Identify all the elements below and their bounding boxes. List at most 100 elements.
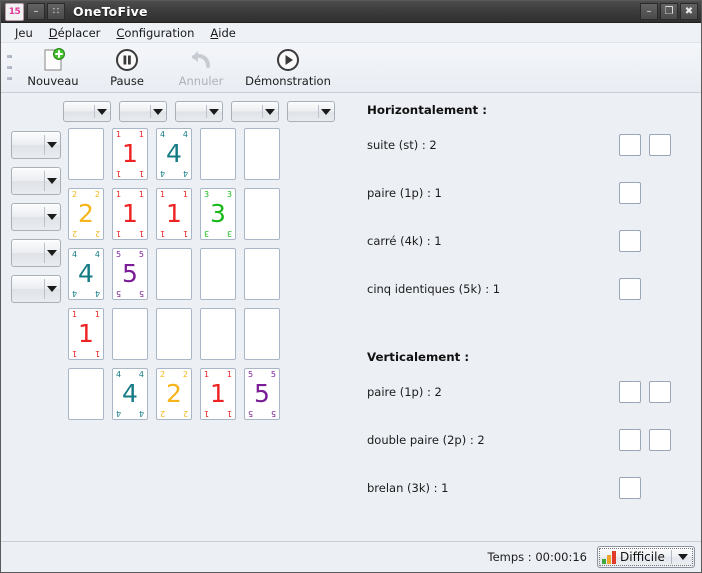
card-value: 4	[78, 259, 94, 288]
rule-indicator-group	[619, 230, 687, 252]
card-slot[interactable]: 11111	[112, 188, 148, 240]
card-pip: 1	[226, 409, 232, 418]
close-button[interactable]: ✖	[680, 3, 698, 20]
row-selector-1[interactable]	[11, 131, 61, 159]
difficulty-select[interactable]: Difficile	[597, 546, 695, 568]
toolbar-button-annuler[interactable]: Annuler	[164, 43, 238, 88]
vertical-rules-list: paire (1p) : 2 double paire (2p) : 2 brela…	[367, 368, 687, 512]
difficulty-value: Difficile	[620, 550, 665, 564]
new-document-icon	[40, 47, 66, 73]
row-selector-3[interactable]	[11, 203, 61, 231]
card-value: 4	[166, 139, 182, 168]
card-pip: 1	[204, 370, 210, 379]
toolbar-button-pause[interactable]: Pause	[90, 43, 164, 88]
card-column-2: 11111111115555544444	[112, 128, 148, 420]
menu-item-jeu[interactable]: Jeu	[7, 24, 41, 42]
card-slot[interactable]: 11111	[200, 368, 236, 420]
tool-bar: Nouveau Pause Annuler Démonstration	[1, 43, 701, 93]
card-slot[interactable]: 11111	[156, 188, 192, 240]
card-pip: 1	[138, 169, 144, 178]
rule-label: suite (st) : 2	[367, 138, 437, 152]
card-pip: 4	[138, 409, 144, 418]
card-pip: 4	[160, 169, 166, 178]
card-slot[interactable]: 44444	[68, 248, 104, 300]
rule-indicator-box	[619, 182, 641, 204]
toolbar-button-nouveau[interactable]: Nouveau	[16, 43, 90, 88]
card-value: 1	[166, 199, 182, 228]
card-pip: 1	[94, 349, 100, 358]
rule-row: brelan (3k) : 1	[367, 464, 687, 512]
card-pip: 5	[270, 370, 276, 379]
chevron-down-icon	[265, 108, 275, 115]
card-pip: 4	[116, 370, 122, 379]
menu-label-rest: eu	[18, 25, 33, 40]
card-slot[interactable]: 22222	[156, 368, 192, 420]
game-board: 2222244444111111111111111555554444444444…	[11, 101, 335, 420]
chevron-down-icon	[97, 108, 107, 115]
row-selectors	[11, 128, 61, 420]
column-selector-4[interactable]	[231, 101, 279, 122]
window-title: OneToFive	[73, 4, 148, 19]
column-selector-2[interactable]	[119, 101, 167, 122]
card-slot[interactable]: 44444	[112, 368, 148, 420]
card-slot[interactable]: 33333	[200, 188, 236, 240]
card-slot-empty[interactable]	[244, 128, 280, 180]
card-value: 1	[210, 379, 226, 408]
vertical-section-title: Verticalement :	[367, 350, 470, 364]
menu-item-aide[interactable]: Aide	[202, 24, 243, 42]
card-slot-empty[interactable]	[156, 308, 192, 360]
card-slot-empty[interactable]	[200, 308, 236, 360]
menu-item-configuration[interactable]: Configuration	[108, 24, 202, 42]
combo-separator	[44, 135, 45, 155]
combo-separator	[206, 105, 207, 118]
card-slot-empty[interactable]	[244, 308, 280, 360]
row-selector-2[interactable]	[11, 167, 61, 195]
card-pip: 1	[226, 370, 232, 379]
card-pip: 4	[138, 370, 144, 379]
menu-item-déplacer[interactable]: Déplacer	[41, 24, 109, 42]
card-slot[interactable]: 55555	[112, 248, 148, 300]
card-pip: 2	[182, 409, 188, 418]
card-value: 1	[122, 199, 138, 228]
window-menu-button[interactable]: ∷	[47, 3, 65, 20]
main-content: 2222244444111111111111111555554444444444…	[1, 93, 701, 542]
card-pip: 3	[226, 190, 232, 199]
card-pip: 5	[116, 289, 122, 298]
card-slot[interactable]: 11111	[112, 128, 148, 180]
maximize-button[interactable]: ❐	[660, 3, 678, 20]
card-slot-empty[interactable]	[112, 308, 148, 360]
cards-grid: 2222244444111111111111111555554444444444…	[68, 128, 280, 420]
card-slot-empty[interactable]	[68, 368, 104, 420]
card-value: 5	[122, 259, 138, 288]
minimize-button[interactable]: –	[640, 3, 658, 20]
card-slot[interactable]: 11111	[68, 308, 104, 360]
status-bar: Temps : 00:00:16 Difficile	[1, 542, 701, 572]
row-selector-5[interactable]	[11, 275, 61, 303]
application-window: 1 5 – ∷ OneToFive – ❐ ✖ Jeu Déplacer Config…	[0, 0, 702, 573]
card-slot[interactable]: 55555	[244, 368, 280, 420]
column-selector-3[interactable]	[175, 101, 223, 122]
column-selector-1[interactable]	[63, 101, 111, 122]
card-pip: 5	[116, 250, 122, 259]
card-slot-empty[interactable]	[156, 248, 192, 300]
card-slot[interactable]: 22222	[68, 188, 104, 240]
horizontal-section-title: Horizontalement :	[367, 103, 488, 117]
toolbar-button-demonstration[interactable]: Démonstration	[238, 43, 338, 88]
card-pip: 3	[226, 229, 232, 238]
card-slot[interactable]: 44444	[156, 128, 192, 180]
card-column-4: 3333311111	[200, 128, 236, 420]
card-pip: 1	[182, 190, 188, 199]
combo-separator	[44, 279, 45, 299]
row-selector-4[interactable]	[11, 239, 61, 267]
card-slot-empty[interactable]	[244, 248, 280, 300]
card-slot-empty[interactable]	[200, 248, 236, 300]
card-slot-empty[interactable]	[244, 188, 280, 240]
column-selector-5[interactable]	[287, 101, 335, 122]
card-slot-empty[interactable]	[68, 128, 104, 180]
card-slot-empty[interactable]	[200, 128, 236, 180]
card-pip: 4	[182, 169, 188, 178]
chevron-down-icon	[153, 108, 163, 115]
window-shade-button[interactable]: –	[27, 3, 45, 20]
toolbar-drag-handle[interactable]	[4, 45, 14, 89]
menu-mnemonic: D	[48, 25, 58, 40]
